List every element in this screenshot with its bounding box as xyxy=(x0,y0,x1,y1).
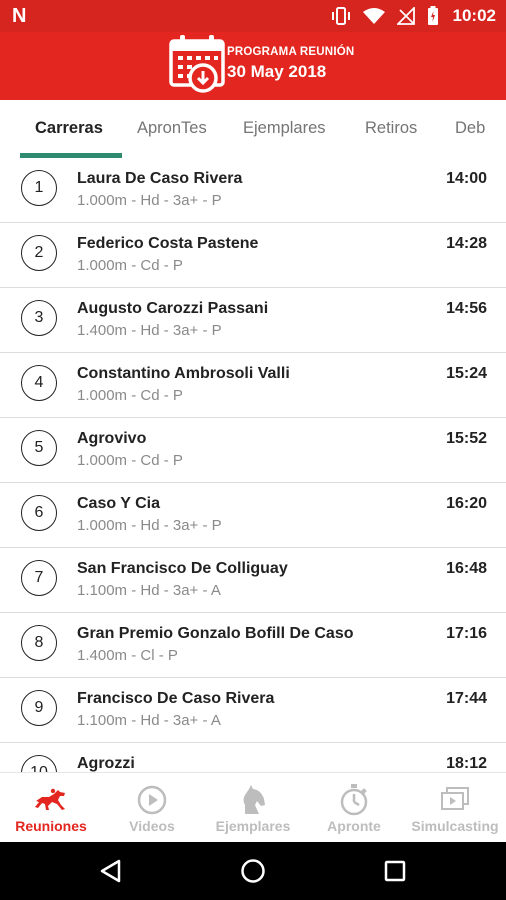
race-name: Caso Y Cia xyxy=(77,495,161,512)
race-number-badge: 8 xyxy=(21,625,57,661)
tab-carreras[interactable]: Carreras xyxy=(35,119,103,138)
tab-apronTes[interactable]: ApronTes xyxy=(137,119,207,138)
race-detail: 1.000m - Cd - P xyxy=(77,387,183,404)
battery-icon xyxy=(427,6,439,26)
race-detail: 1.100m - Hd - 3a+ - A xyxy=(77,712,221,729)
race-detail: 1.000m - Hd - 3a+ - P xyxy=(77,517,222,534)
status-bar: N 10:02 xyxy=(0,0,506,32)
header-date: 30 May 2018 xyxy=(227,62,327,81)
race-time: 14:56 xyxy=(446,300,487,317)
race-row[interactable]: 7 San Francisco De Colliguay 1.100m - Hd… xyxy=(0,548,506,613)
nav-reuniones[interactable]: Reuniones xyxy=(0,773,102,843)
race-list[interactable]: 1 Laura De Caso Rivera 1.000m - Hd - 3a+… xyxy=(0,158,506,772)
nav-label-reuniones: Reuniones xyxy=(15,818,87,834)
vibrate-icon xyxy=(331,7,351,25)
race-row[interactable]: 8 Gran Premio Gonzalo Bofill De Caso 1.4… xyxy=(0,613,506,678)
race-number-badge: 6 xyxy=(21,495,57,531)
race-detail: 1.000m - Cd - P xyxy=(77,452,183,469)
nav-label-apronte: Apronte xyxy=(327,818,381,834)
race-row[interactable]: 2 Federico Costa Pastene 1.000m - Cd - P… xyxy=(0,223,506,288)
tab-retiros[interactable]: Retiros xyxy=(365,119,417,138)
race-row[interactable]: 3 Augusto Carozzi Passani 1.400m - Hd - … xyxy=(0,288,506,353)
nav-ejemplares[interactable]: Ejemplares xyxy=(202,773,304,843)
race-name: Constantino Ambrosoli Valli xyxy=(77,365,290,382)
race-name: Agrozzi xyxy=(77,755,135,772)
race-detail: 1.400m - Hd - 3a+ - P xyxy=(77,322,222,339)
horse-head-icon xyxy=(239,784,267,816)
race-time: 15:52 xyxy=(446,430,487,447)
race-number-badge: 5 xyxy=(21,430,57,466)
tab-debutantes[interactable]: Deb xyxy=(455,119,485,138)
race-number-badge: 10 xyxy=(21,755,57,772)
race-row[interactable]: 4 Constantino Ambrosoli Valli 1.000m - C… xyxy=(0,353,506,418)
status-icons: 10:02 xyxy=(331,0,496,32)
system-navigation-bar xyxy=(0,842,506,900)
horse-racing-icon xyxy=(34,784,68,816)
race-number-badge: 1 xyxy=(21,170,57,206)
race-time: 17:44 xyxy=(446,690,487,707)
race-row[interactable]: 9 Francisco De Caso Rivera 1.100m - Hd -… xyxy=(0,678,506,743)
race-time: 17:16 xyxy=(446,625,487,642)
app-header: PROGRAMA REUNIÓN 30 May 2018 xyxy=(0,32,506,100)
race-name: Federico Costa Pastene xyxy=(77,235,259,252)
tab-bar: Carreras ApronTes Ejemplares Retiros Deb xyxy=(0,100,506,158)
race-name: Francisco De Caso Rivera xyxy=(77,690,275,707)
race-time: 14:00 xyxy=(446,170,487,187)
race-detail: 1.000m - Cd - P xyxy=(77,257,183,274)
race-name: Laura De Caso Rivera xyxy=(77,170,243,187)
wifi-icon xyxy=(362,7,385,25)
nav-simulcasting[interactable]: Simulcasting xyxy=(404,773,506,843)
back-icon[interactable] xyxy=(96,856,126,886)
race-number-badge: 7 xyxy=(21,560,57,596)
play-circle-icon xyxy=(137,784,167,816)
nav-label-simulcasting: Simulcasting xyxy=(411,818,499,834)
nav-label-ejemplares: Ejemplares xyxy=(215,818,291,834)
stopwatch-icon xyxy=(339,784,369,816)
app-notification-icon: N xyxy=(12,5,27,27)
race-row[interactable]: 10 Agrozzi 18:12 xyxy=(0,743,506,772)
nav-videos[interactable]: Videos xyxy=(102,773,202,843)
bottom-navigation: Reuniones Videos Ejemplares Apronte Simu… xyxy=(0,772,506,842)
race-number-badge: 3 xyxy=(21,300,57,336)
race-time: 14:28 xyxy=(446,235,487,252)
home-icon[interactable] xyxy=(238,856,268,886)
header-title: PROGRAMA REUNIÓN xyxy=(227,46,355,58)
race-time: 16:48 xyxy=(446,560,487,577)
race-number-badge: 9 xyxy=(21,690,57,726)
race-row[interactable]: 1 Laura De Caso Rivera 1.000m - Hd - 3a+… xyxy=(0,158,506,223)
race-detail: 1.100m - Hd - 3a+ - A xyxy=(77,582,221,599)
race-name: San Francisco De Colliguay xyxy=(77,560,288,577)
race-name: Agrovivo xyxy=(77,430,147,447)
calendar-icon xyxy=(168,34,226,99)
race-number-badge: 4 xyxy=(21,365,57,401)
race-time: 18:12 xyxy=(446,755,487,772)
race-row[interactable]: 5 Agrovivo 1.000m - Cd - P 15:52 xyxy=(0,418,506,483)
race-detail: 1.400m - Cl - P xyxy=(77,647,178,664)
race-name: Augusto Carozzi Passani xyxy=(77,300,269,317)
monitor-stack-icon xyxy=(440,784,470,816)
race-time: 16:20 xyxy=(446,495,487,512)
nav-apronte[interactable]: Apronte xyxy=(304,773,404,843)
status-clock: 10:02 xyxy=(452,6,496,25)
recents-icon[interactable] xyxy=(380,856,410,886)
race-row[interactable]: 6 Caso Y Cia 1.000m - Hd - 3a+ - P 16:20 xyxy=(0,483,506,548)
no-signal-icon xyxy=(396,7,415,25)
race-time: 15:24 xyxy=(446,365,487,382)
race-detail: 1.000m - Hd - 3a+ - P xyxy=(77,192,222,209)
race-name: Gran Premio Gonzalo Bofill De Caso xyxy=(77,625,354,642)
tab-ejemplares[interactable]: Ejemplares xyxy=(243,119,326,138)
nav-label-videos: Videos xyxy=(129,818,175,834)
race-number-badge: 2 xyxy=(21,235,57,271)
